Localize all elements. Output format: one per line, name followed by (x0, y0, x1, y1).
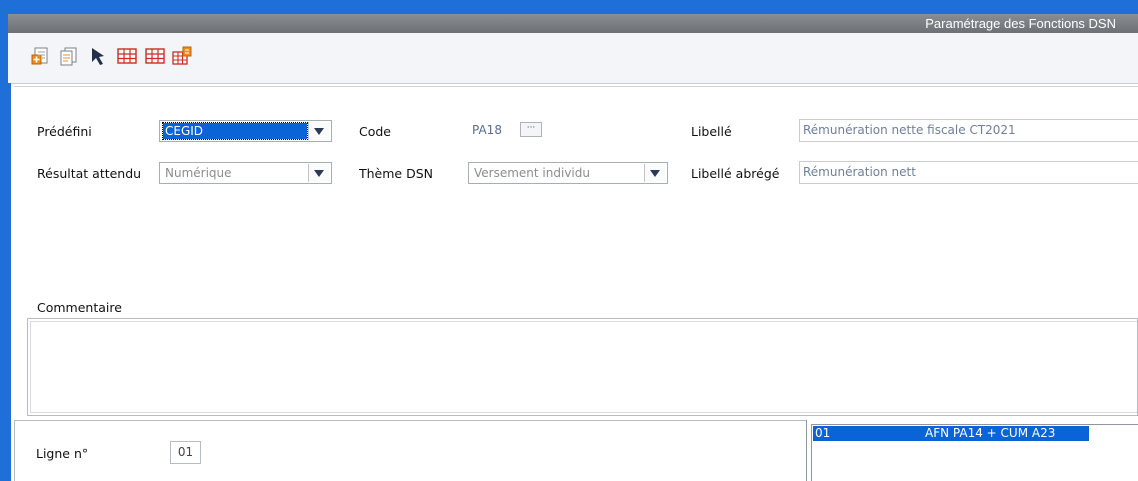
window-title: Paramétrage des Fonctions DSN (925, 16, 1116, 31)
code-label: Code (359, 124, 392, 139)
ligne-number-field[interactable]: 01 (170, 441, 201, 464)
code-value: PA18 (472, 123, 502, 137)
resultat-value: Numérique (165, 166, 232, 180)
line-detail-panel (14, 420, 805, 481)
grid-export-icon[interactable] (171, 45, 193, 67)
commentaire-label: Commentaire (37, 300, 122, 315)
list-item-formula: AFN PA14 + CUM A23 (925, 426, 1056, 440)
predefini-label: Prédéfini (37, 124, 92, 139)
list-item[interactable]: 01 AFN PA14 + CUM A23 (813, 426, 1089, 441)
libelle-value: Rémunération nette fiscale CT2021 (803, 123, 1016, 137)
window-frame-top (0, 0, 1138, 14)
panel-accent (8, 83, 11, 481)
predefini-value: CEGID (162, 122, 308, 140)
theme-label: Thème DSN (359, 166, 433, 181)
libelle-label: Libellé (691, 124, 732, 139)
libelle-abrege-label: Libellé abrégé (691, 166, 780, 181)
chevron-down-icon[interactable] (308, 164, 329, 182)
window-frame-left (0, 0, 8, 481)
grid-icon[interactable] (116, 45, 138, 67)
ligne-label: Ligne n° (36, 446, 89, 461)
predefini-select[interactable]: CEGID (159, 120, 332, 142)
title-bar: Paramétrage des Fonctions DSN (8, 14, 1138, 33)
formula-list[interactable]: 01 AFN PA14 + CUM A23 (806, 420, 1138, 481)
code-field[interactable]: PA18 ··· (468, 119, 553, 142)
toolbar (8, 33, 1138, 84)
pointer-select-icon[interactable] (88, 45, 110, 67)
libelle-field[interactable]: Rémunération nette fiscale CT2021 (799, 119, 1138, 142)
duplicate-icon[interactable] (58, 45, 80, 67)
libelle-abrege-field[interactable]: Rémunération nett (799, 161, 1138, 184)
list-item-number: 01 (815, 426, 831, 440)
theme-select[interactable]: Versement individu (468, 162, 668, 184)
resultat-select[interactable]: Numérique (159, 162, 332, 184)
new-record-icon[interactable] (30, 45, 52, 67)
libelle-abrege-value: Rémunération nett (803, 165, 916, 179)
panel-divider (14, 86, 1138, 87)
chevron-down-icon[interactable] (644, 164, 665, 182)
chevron-down-icon[interactable] (308, 122, 329, 140)
commentaire-textarea[interactable] (27, 318, 1138, 416)
theme-value: Versement individu (474, 166, 590, 180)
resultat-label: Résultat attendu (37, 166, 142, 181)
grid-alt-icon[interactable] (144, 45, 166, 67)
code-lookup-button[interactable]: ··· (520, 122, 542, 137)
